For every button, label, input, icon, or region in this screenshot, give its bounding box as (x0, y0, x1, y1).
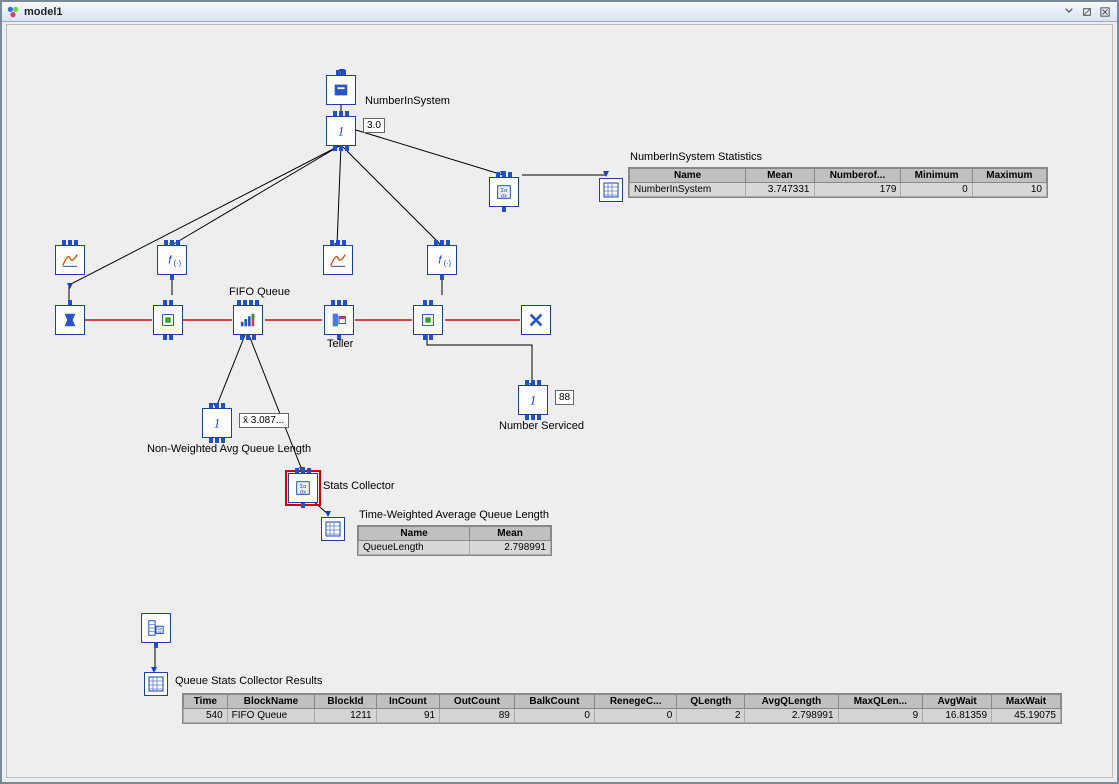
nwavg-block[interactable]: 1 (202, 408, 232, 438)
diagram-canvas[interactable]: NumberInSystem 1 3.0 Σασx NumberInSystem… (6, 24, 1113, 778)
app-icon (6, 5, 20, 19)
merge-block[interactable] (153, 305, 183, 335)
model-window: model1 (0, 0, 1119, 784)
qs-col-out: OutCount (440, 695, 515, 709)
fifo-queue-block[interactable] (233, 305, 263, 335)
stats-collector-label: Stats Collector (323, 480, 395, 492)
qs-col-maxq: MaxQLen... (838, 695, 923, 709)
split-block[interactable] (413, 305, 443, 335)
number-in-system-label: NumberInSystem (365, 95, 450, 107)
twavg-table[interactable]: Name Mean QueueLength 2.798991 (357, 525, 552, 556)
nwavg-label: Non-Weighted Avg Queue Length (147, 443, 311, 455)
fifo-queue-label: FIFO Queue (229, 286, 290, 298)
function-block-1[interactable]: f(·) (157, 245, 187, 275)
svg-text:σx: σx (300, 489, 306, 495)
qs-col-block: BlockName (227, 695, 315, 709)
nis-stats-sheet-icon[interactable] (599, 178, 623, 202)
window-title: model1 (24, 6, 1059, 18)
queue-stats-title: Queue Stats Collector Results (175, 675, 322, 687)
number-in-system-readout: 3.0 (363, 118, 385, 133)
number-serviced-block[interactable]: 1 (518, 385, 548, 415)
twavg-sheet-icon[interactable] (321, 517, 345, 541)
nis-col-min: Minimum (901, 169, 972, 183)
minimize-button[interactable] (1061, 5, 1077, 19)
table-row: QueueLength 2.798991 (359, 541, 551, 555)
distribution-block-1[interactable] (55, 245, 85, 275)
qs-col-id: BlockId (315, 695, 376, 709)
nis-col-mean: Mean (746, 169, 814, 183)
qs-col-qlen: QLength (677, 695, 745, 709)
qs-col-in: InCount (376, 695, 439, 709)
qs-col-maxw: MaxWait (992, 695, 1061, 709)
close-button[interactable] (1097, 5, 1113, 19)
distribution-block-2[interactable] (323, 245, 353, 275)
qs-col-avgw: AvgWait (923, 695, 992, 709)
entity-generator-block[interactable] (55, 305, 85, 335)
function-block-2[interactable]: f(·) (427, 245, 457, 275)
titlebar[interactable]: model1 (2, 2, 1117, 22)
nis-col-n: Numberof... (814, 169, 901, 183)
svg-text:σx: σx (158, 630, 162, 634)
nis-stats-table[interactable]: Name Mean Numberof... Minimum Maximum Nu… (628, 167, 1048, 198)
svg-text:σx: σx (501, 193, 507, 199)
svg-text:(·): (·) (174, 258, 181, 267)
svg-text:1: 1 (530, 394, 536, 408)
nwavg-readout: x̄ 3.087... (239, 413, 289, 428)
nis-col-max: Maximum (972, 169, 1046, 183)
svg-text:f: f (438, 255, 442, 267)
table-row: NumberInSystem 3.747331 179 0 10 (630, 183, 1047, 197)
stats-collector-block[interactable]: Σασx (288, 473, 318, 503)
sink-block[interactable] (521, 305, 551, 335)
nis-col-name: Name (630, 169, 746, 183)
svg-text:1: 1 (214, 417, 220, 431)
queue-stats-collector-block[interactable]: Σασx (141, 613, 171, 643)
queue-stats-sheet-icon[interactable] (144, 672, 168, 696)
qs-col-avgq: AvgQLength (745, 695, 838, 709)
teller-label: Teller (327, 338, 353, 350)
tw-col-mean: Mean (470, 527, 551, 541)
qs-col-time: Time (184, 695, 228, 709)
number-in-system-block[interactable]: 1 (326, 116, 356, 146)
table-row: 540 FIFO Queue 1211 91 89 0 0 2 2.798991… (184, 709, 1061, 723)
maximize-button[interactable] (1079, 5, 1095, 19)
svg-text:f: f (168, 255, 172, 267)
number-serviced-label: Number Serviced (499, 420, 584, 432)
svg-text:1: 1 (338, 125, 344, 139)
tw-col-name: Name (359, 527, 470, 541)
nis-stats-collector-block[interactable]: Σασx (489, 177, 519, 207)
queue-stats-table[interactable]: Time BlockName BlockId InCount OutCount … (182, 693, 1062, 724)
twavg-title: Time-Weighted Average Queue Length (359, 509, 549, 521)
number-serviced-readout: 88 (555, 390, 574, 405)
teller-server-block[interactable] (324, 305, 354, 335)
source-block[interactable] (326, 75, 356, 105)
svg-text:(·): (·) (444, 258, 451, 267)
qs-col-renege: RenegeC... (594, 695, 676, 709)
qs-col-balk: BalkCount (514, 695, 594, 709)
nis-stats-title: NumberInSystem Statistics (630, 151, 762, 163)
